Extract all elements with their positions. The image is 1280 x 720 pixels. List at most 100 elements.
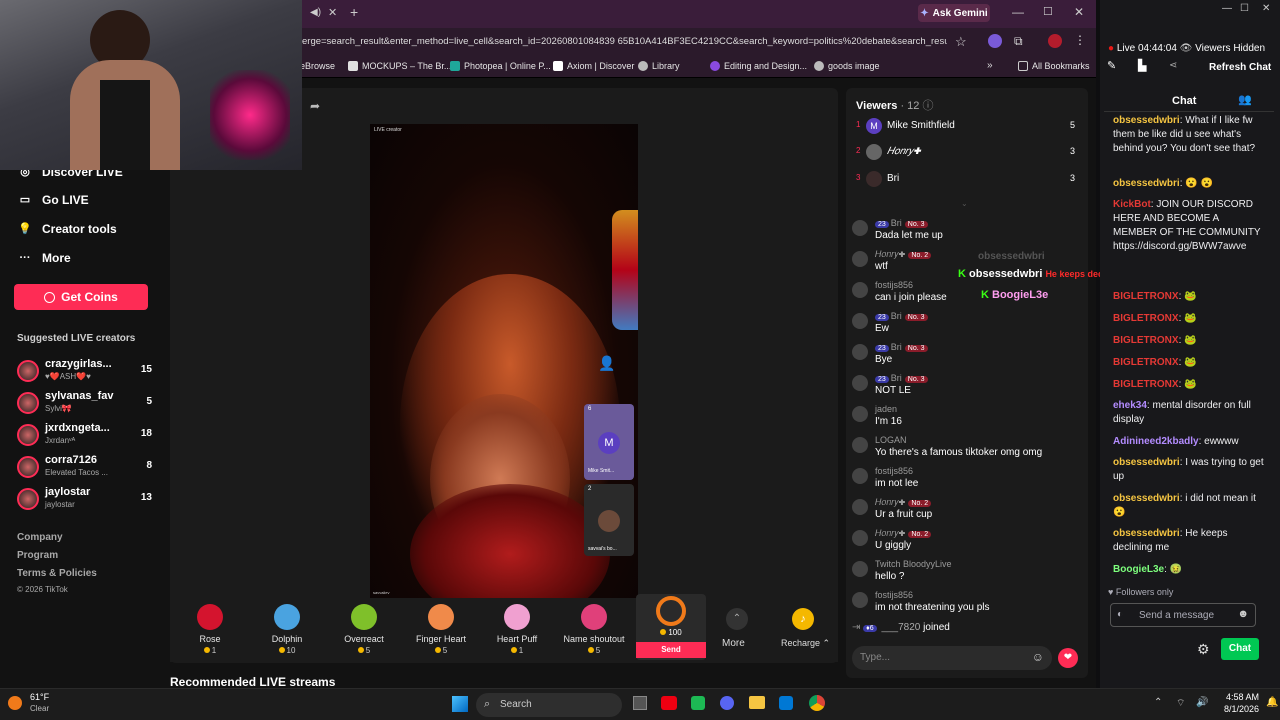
folder-icon[interactable] <box>749 696 765 709</box>
bookmark-item[interactable]: Library <box>638 61 680 71</box>
ask-gemini-button[interactable]: ✦ Ask Gemini <box>918 4 990 22</box>
bookmark-item[interactable]: Axiom | Discover <box>553 61 634 71</box>
chat-send-button[interactable]: Chat <box>1221 638 1259 660</box>
close-tab-icon[interactable]: ✕ <box>328 6 337 19</box>
bookmark-item[interactable]: Photopea | Online P... <box>450 61 551 71</box>
close-window-icon[interactable]: ✕ <box>1074 5 1084 19</box>
chat-message[interactable]: 𝐻𝑜𝑛𝑟𝑦✚ No. 2 Ur a fruit cup <box>852 497 1082 525</box>
gift-name-shoutout[interactable]: Name shoutout 5 <box>554 604 634 655</box>
chat-message[interactable]: 23 Bri No. 3 NOT LE <box>852 373 1082 401</box>
windows-start-icon[interactable] <box>452 696 468 712</box>
gift-heart-puff[interactable]: Heart Puff 1 <box>477 604 557 655</box>
bookmark-item[interactable]: eBrowse <box>300 61 335 71</box>
twitch-username[interactable]: obsessedwbri <box>1113 528 1180 539</box>
twitch-username[interactable]: KickBot <box>1113 199 1151 210</box>
twitch-message[interactable]: BIGLETRONX: 🐸 <box>1113 290 1265 304</box>
twitch-message[interactable]: BIGLETRONX: 🐸 <box>1113 356 1265 370</box>
minimize-icon[interactable]: — <box>1012 5 1024 19</box>
extension-icon[interactable] <box>988 34 1002 48</box>
bookmark-item[interactable]: Editing and Design... <box>710 61 807 71</box>
get-coins-button[interactable]: Get Coins <box>14 284 148 310</box>
minimize-icon[interactable]: — <box>1222 3 1232 14</box>
gift-overreact[interactable]: Overreact 5 <box>324 604 404 655</box>
chat-username[interactable]: fostijs856 <box>875 280 913 290</box>
bookmark-item[interactable]: MOCKUPS – The Br... <box>348 61 451 71</box>
share-icon[interactable]: ⋖ <box>1169 60 1177 71</box>
puzzle-icon[interactable]: ⧉ <box>1014 34 1023 49</box>
guest-tile[interactable]: 2 savvai's bo... <box>584 484 634 556</box>
twitch-username[interactable]: BIGLETRONX <box>1113 313 1179 324</box>
sidebar-item-more[interactable]: ··· More <box>18 251 71 265</box>
chat-message[interactable]: fostijs856 im not lee <box>852 466 1082 494</box>
emoji-icon[interactable]: ☺ <box>1032 650 1044 664</box>
chat-username[interactable]: fostijs856 <box>875 590 913 600</box>
volume-icon[interactable]: 🔊 <box>1196 697 1208 708</box>
twitch-username[interactable]: BIGLETRONX <box>1113 335 1179 346</box>
twitch-username[interactable]: obsessedwbri <box>1113 493 1180 504</box>
chat-input[interactable]: Type... ☺ <box>852 646 1052 670</box>
url-field[interactable]: erge=search_result&enter_method=live_cel… <box>302 36 947 47</box>
creator-item[interactable]: sylvanas_fav Sylvi🎀 5 <box>17 390 152 418</box>
discord-icon[interactable] <box>720 696 734 710</box>
users-icon[interactable]: 👥 <box>1238 93 1252 106</box>
twitch-username[interactable]: BIGLETRONX <box>1113 379 1179 390</box>
gift-finger-heart[interactable]: Finger Heart 5 <box>401 604 481 655</box>
chat-username[interactable]: fostijs856 <box>875 466 913 476</box>
chevron-down-icon[interactable]: ⌄ <box>961 199 968 208</box>
gift-dolphin[interactable]: Dolphin 10 <box>247 604 327 655</box>
creator-item[interactable]: jaylostar jaylostar 13 <box>17 486 152 514</box>
twitch-username[interactable]: obsessedwbri <box>1113 115 1180 126</box>
twitch-message[interactable]: obsessedwbri: What if I like fw them be … <box>1113 114 1265 156</box>
twitch-message[interactable]: obsessedwbri: 😮 😮 <box>1113 177 1265 191</box>
send-gift-button[interactable]: Send <box>636 642 706 658</box>
top-viewer-row[interactable]: 3 Bri 3 <box>856 171 1081 193</box>
top-viewer-row[interactable]: 1 M Mike Smithfield 5 <box>856 118 1081 140</box>
chat-username[interactable]: Twitch BloodyyLive <box>875 559 952 569</box>
creator-item[interactable]: corra7126 Elevated Tacos ... 8 <box>17 454 152 482</box>
recharge-button[interactable]: Recharge ⌃ <box>781 638 830 649</box>
task-view-icon[interactable] <box>633 696 647 710</box>
sidebar-item-creator-tools[interactable]: 💡 Creator tools <box>18 222 117 236</box>
twitch-message[interactable]: ehek34: mental disorder on full display <box>1113 399 1265 427</box>
sidebar-item-go-live[interactable]: ▭ Go LIVE <box>18 193 89 207</box>
twitch-message[interactable]: KickBot: JOIN OUR DISCORD HERE AND BECOM… <box>1113 198 1265 254</box>
more-gifts-button[interactable]: More <box>722 638 745 649</box>
pin-icon[interactable]: ▙ <box>1138 59 1146 72</box>
gift-headset[interactable]: 100 Send <box>636 594 706 660</box>
twitch-username[interactable]: BIGLETRONX <box>1113 291 1179 302</box>
chat-message[interactable]: 23 Bri No. 3 Ew <box>852 311 1082 339</box>
bookmark-item[interactable]: goods image <box>814 61 880 71</box>
share-icon[interactable]: ➦ <box>310 99 320 113</box>
guest-tile[interactable]: 6 M Mike Smit... <box>584 404 634 480</box>
chevron-up-icon[interactable]: ⌃ <box>1154 697 1162 708</box>
browser-menu-icon[interactable]: ⋮ <box>1074 33 1086 47</box>
twitch-message[interactable]: BoogieL3e: 🤢 <box>1113 563 1265 577</box>
chat-username[interactable]: 𝐻𝑜𝑛𝑟𝑦✚ <box>875 497 905 507</box>
twitch-message[interactable]: obsessedwbri: He keeps declining me <box>1113 527 1265 555</box>
store-icon[interactable] <box>779 696 793 710</box>
emoji-icon[interactable]: ☻ <box>1237 608 1249 620</box>
chat-username[interactable]: 𝐻𝑜𝑛𝑟𝑦✚ <box>875 249 905 259</box>
bookmark-star-icon[interactable]: ☆ <box>955 34 967 50</box>
gift-rose[interactable]: Rose 1 <box>170 604 250 655</box>
chat-username[interactable]: Bri <box>891 342 902 352</box>
footer-link-program[interactable]: Program <box>17 550 58 561</box>
chat-message[interactable]: Twitch BloodyyLive hello ? <box>852 559 1082 587</box>
twitch-message[interactable]: BIGLETRONX: 🐸 <box>1113 312 1265 326</box>
twitch-username[interactable]: BoogieL3e <box>1113 564 1164 575</box>
creator-item[interactable]: jxrdxngeta... Jxrdanᵛᴬ 18 <box>17 422 152 450</box>
twitch-message[interactable]: BIGLETRONX: 🐸 <box>1113 334 1265 348</box>
chat-username[interactable]: 𝐻𝑜𝑛𝑟𝑦✚ <box>875 528 905 538</box>
youtube-icon[interactable] <box>661 696 677 710</box>
top-viewer-row[interactable]: 2 𝐻𝑜𝑛𝑟𝑦✚ 3 <box>856 144 1081 166</box>
maximize-icon[interactable]: ☐ <box>1240 3 1249 14</box>
chat-message[interactable]: 𝐻𝑜𝑛𝑟𝑦✚ No. 2 U giggly <box>852 528 1082 556</box>
footer-link-terms[interactable]: Terms & Policies <box>17 568 97 579</box>
like-heart-button[interactable]: ❤ <box>1058 648 1078 668</box>
all-bookmarks[interactable]: All Bookmarks <box>1018 61 1090 71</box>
notification-icon[interactable]: 🔔 <box>1266 697 1278 708</box>
chat-username[interactable]: Bri <box>891 218 902 228</box>
edit-icon[interactable]: ✎ <box>1107 59 1116 72</box>
creator-item[interactable]: crazygirlas... ♥❤️ASH❤️♥ 15 <box>17 358 152 386</box>
chat-username[interactable]: Bri <box>891 311 902 321</box>
